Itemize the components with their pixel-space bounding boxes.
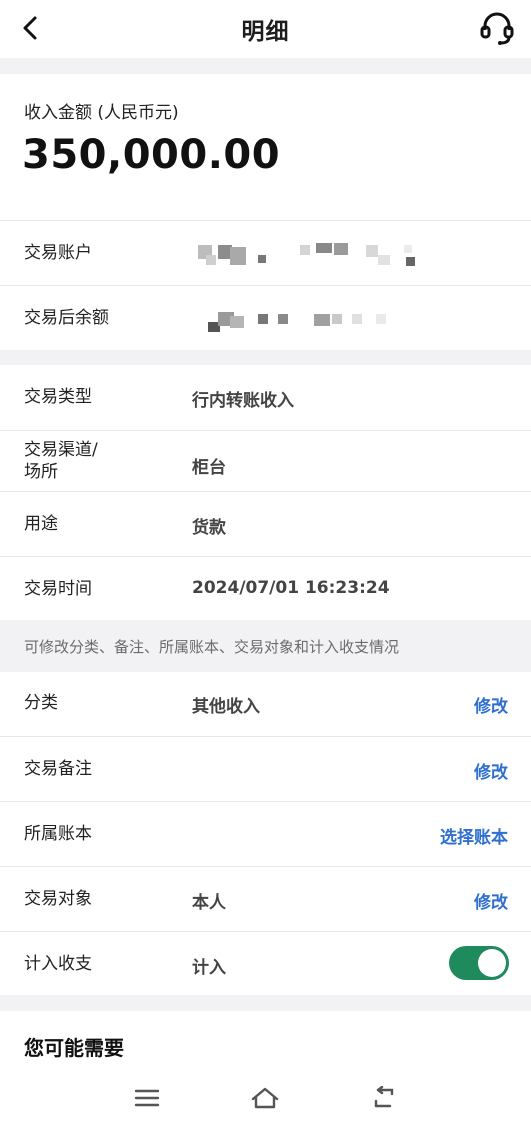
- row-label: 交易渠道/ 场所: [24, 439, 98, 483]
- menu-icon: [134, 1089, 160, 1107]
- purpose-row: 用途 货款: [0, 491, 531, 556]
- edit-remark-button[interactable]: 修改: [474, 758, 508, 783]
- masked-account-number: [196, 223, 426, 283]
- edit-category-button[interactable]: 修改: [474, 692, 508, 717]
- include-in-stats-value: 计入: [192, 958, 226, 978]
- row-label: 用途: [24, 514, 58, 534]
- category-row[interactable]: 分类 其他收入 修改: [0, 672, 531, 736]
- category-value: 其他收入: [192, 697, 260, 717]
- transaction-channel-row: 交易渠道/ 场所 柜台: [0, 430, 531, 491]
- include-in-stats-toggle[interactable]: [449, 946, 509, 980]
- edit-counterparty-button[interactable]: 修改: [474, 888, 508, 913]
- nav-home-button[interactable]: [245, 1080, 285, 1116]
- home-icon: [251, 1087, 279, 1109]
- row-label-line1: 交易渠道/: [24, 440, 98, 460]
- purpose-value: 货款: [192, 518, 226, 538]
- nav-back-button[interactable]: [364, 1080, 404, 1116]
- section-gap: [0, 995, 531, 1011]
- include-in-stats-row: 计入收支 计入: [0, 931, 531, 995]
- amount-value: 350,000.00: [22, 132, 281, 178]
- transaction-channel-value: 柜台: [192, 458, 226, 478]
- counterparty-value: 本人: [192, 893, 226, 913]
- amount-section: 收入金额 (人民币元) 350,000.00: [0, 74, 531, 220]
- row-label: 交易时间: [24, 579, 92, 599]
- remark-row[interactable]: 交易备注 修改: [0, 736, 531, 801]
- transaction-time-row: 交易时间 2024/07/01 16:23:24: [0, 556, 531, 620]
- transaction-time-value: 2024/07/01 16:23:24: [192, 578, 390, 598]
- customer-service-button[interactable]: [477, 8, 517, 48]
- ledger-row[interactable]: 所属账本 选择账本: [0, 801, 531, 866]
- transaction-type-value: 行内转账收入: [192, 391, 294, 411]
- row-label: 分类: [24, 693, 58, 713]
- return-icon: [374, 1086, 394, 1108]
- system-nav-bar: [0, 1070, 531, 1128]
- row-label: 交易对象: [24, 889, 92, 909]
- row-label: 交易类型: [24, 387, 92, 407]
- amount-label: 收入金额 (人民币元): [24, 103, 179, 123]
- row-label: 交易账户: [24, 243, 92, 263]
- edit-hint-text: 可修改分类、备注、所属账本、交易对象和计入收支情况: [24, 638, 400, 656]
- transaction-type-row: 交易类型 行内转账收入: [0, 365, 531, 430]
- section-gap: [0, 350, 531, 365]
- row-label-line2: 场所: [24, 462, 58, 482]
- top-bar: 明细: [0, 0, 531, 58]
- row-label: 所属账本: [24, 824, 92, 844]
- headset-icon: [480, 12, 514, 45]
- edit-hint-bar: 可修改分类、备注、所属账本、交易对象和计入收支情况: [0, 620, 531, 672]
- page-title: 明细: [241, 19, 290, 45]
- masked-balance: [204, 288, 404, 348]
- select-ledger-button[interactable]: 选择账本: [440, 823, 508, 848]
- row-label: 交易备注: [24, 759, 92, 779]
- toggle-knob: [478, 949, 506, 977]
- balance-after-row: 交易后余额: [0, 285, 531, 350]
- section-gap: [0, 58, 531, 74]
- row-label: 计入收支: [24, 954, 92, 974]
- recommend-section-title: 您可能需要: [24, 1036, 124, 1060]
- counterparty-row[interactable]: 交易对象 本人 修改: [0, 866, 531, 931]
- row-label: 交易后余额: [24, 308, 109, 328]
- nav-menu-button[interactable]: [127, 1080, 167, 1116]
- transaction-account-row: 交易账户: [0, 220, 531, 285]
